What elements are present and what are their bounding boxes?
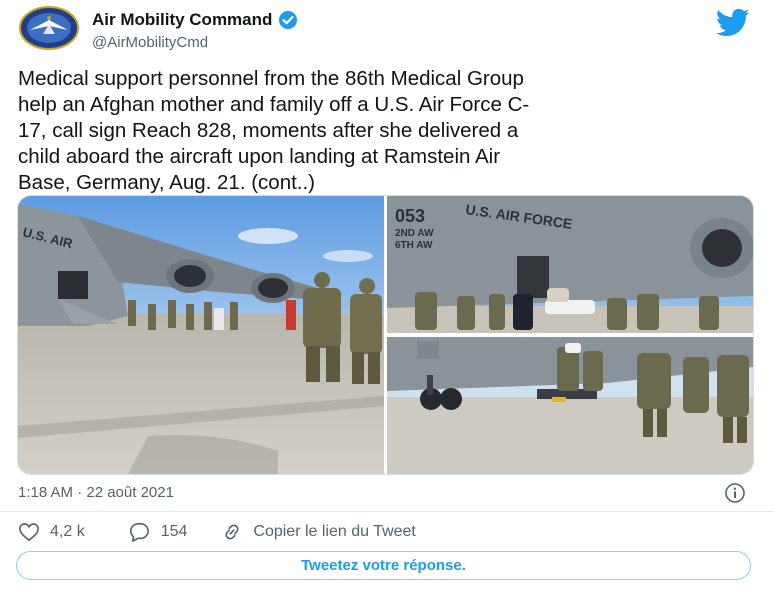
photo-2-wing-1: 2ND AW: [395, 228, 434, 239]
photo-3[interactable]: [387, 337, 753, 474]
twitter-bird-icon[interactable]: [716, 8, 750, 38]
verified-badge-icon: [279, 11, 298, 29]
heart-icon: [19, 523, 39, 542]
tweet-text: Medical support personnel from the 86th …: [18, 67, 530, 194]
reply-action[interactable]: 154: [127, 522, 188, 542]
author-name[interactable]: Air Mobility Command: [92, 10, 298, 30]
air-mobility-command-seal-icon: [19, 6, 79, 50]
like-count: 4,2 k: [50, 523, 85, 540]
like-button[interactable]: 4,2 k: [18, 522, 85, 542]
info-icon[interactable]: [724, 482, 746, 504]
copy-link-label: Copier le lien du Tweet: [253, 523, 416, 540]
photo-1[interactable]: U.S. AIR: [18, 196, 384, 474]
reply-count: 154: [160, 523, 188, 540]
media-grid: U.S. AIR 053 2ND AW 6TH AW U.S. AIR FORC…: [17, 195, 754, 475]
avatar[interactable]: [18, 6, 80, 50]
photo-2-wing-2: 6TH AW: [395, 240, 433, 251]
photo-2-image: 053 2ND AW 6TH AW U.S. AIR FORCE: [387, 196, 753, 333]
link-icon: [225, 524, 239, 540]
tweet-timestamp[interactable]: 1:18 AM · 22 août 2021: [18, 484, 174, 501]
photo-2-number: 053: [395, 206, 425, 226]
copy-link-button[interactable]: Copier le lien du Tweet: [221, 521, 416, 543]
photo-2[interactable]: 053 2ND AW 6TH AW U.S. AIR FORCE: [387, 196, 753, 333]
author-name-text: Air Mobility Command: [92, 10, 273, 29]
tweet-reply-button[interactable]: Tweetez votre réponse.: [16, 551, 751, 580]
photo-1-image: U.S. AIR: [18, 196, 384, 474]
divider: [0, 511, 774, 512]
author-handle[interactable]: @AirMobilityCmd: [92, 34, 208, 51]
photo-3-image: [387, 337, 753, 474]
tweet-actions: 4,2 k 154 Copier le lien du Tweet: [18, 520, 416, 544]
reply-icon: [129, 523, 149, 542]
